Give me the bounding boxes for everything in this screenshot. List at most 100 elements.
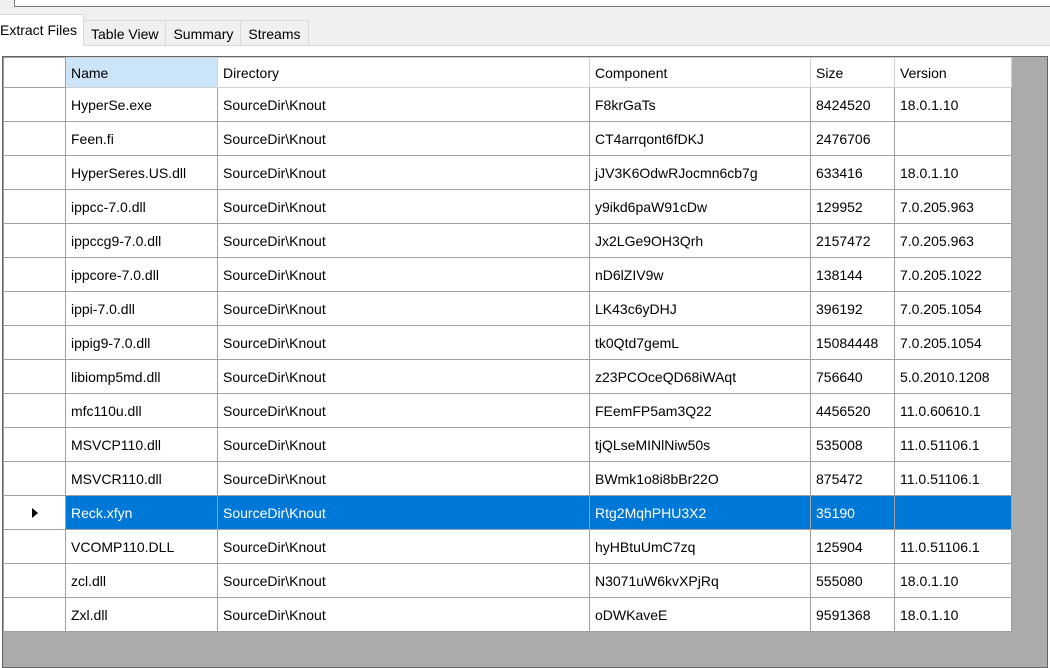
cell-size[interactable]: 35190 — [810, 495, 895, 530]
cell-version[interactable]: 18.0.1.10 — [894, 597, 1012, 632]
table-row[interactable]: ippcc-7.0.dll SourceDir\Knout y9ikd6paW91c… — [3, 189, 1012, 224]
row-header[interactable] — [3, 223, 66, 258]
cell-version[interactable]: 18.0.1.10 — [894, 155, 1012, 190]
cell-component[interactable]: jJV3K6OdwRJocmn6cb7g — [589, 155, 811, 190]
table-row[interactable]: HyperSe.exe SourceDir\Knout F8krGaTs 842452… — [3, 87, 1012, 122]
tab-table-view[interactable]: Table View — [83, 20, 167, 46]
table-row[interactable]: zcl.dll SourceDir\Knout N3071uW6kvXPjRq 555… — [3, 563, 1012, 598]
cell-component[interactable]: CT4arrqont6fDKJ — [589, 121, 811, 156]
row-header[interactable] — [3, 155, 66, 190]
cell-size[interactable]: 633416 — [810, 155, 895, 190]
cell-component[interactable]: oDWKaveE — [589, 597, 811, 632]
cell-directory[interactable]: SourceDir\Knout — [217, 563, 590, 598]
cell-name[interactable]: zcl.dll — [65, 563, 218, 598]
cell-size[interactable]: 9591368 — [810, 597, 895, 632]
cell-size[interactable]: 8424520 — [810, 87, 895, 122]
row-header[interactable] — [3, 427, 66, 462]
cell-component[interactable]: LK43c6yDHJ — [589, 291, 811, 326]
cell-version[interactable]: 18.0.1.10 — [894, 87, 1012, 122]
corner-header[interactable] — [3, 57, 66, 88]
cell-directory[interactable]: SourceDir\Knout — [217, 291, 590, 326]
cell-version[interactable]: 7.0.205.1022 — [894, 257, 1012, 292]
cell-version[interactable]: 7.0.205.963 — [894, 189, 1012, 224]
table-row[interactable]: Zxl.dll SourceDir\Knout oDWKaveE 9591368 18.… — [3, 597, 1012, 632]
cell-component[interactable]: nD6lZIV9w — [589, 257, 811, 292]
cell-directory[interactable]: SourceDir\Knout — [217, 495, 590, 530]
column-header-name[interactable]: Name — [65, 57, 218, 88]
cell-component[interactable]: Jx2LGe9OH3Qrh — [589, 223, 811, 258]
cell-name[interactable]: Feen.fi — [65, 121, 218, 156]
row-header[interactable] — [3, 359, 66, 394]
cell-name[interactable]: libiomp5md.dll — [65, 359, 218, 394]
cell-directory[interactable]: SourceDir\Knout — [217, 461, 590, 496]
column-header-size[interactable]: Size — [810, 57, 895, 88]
cell-size[interactable]: 2157472 — [810, 223, 895, 258]
cell-name[interactable]: Reck.xfyn — [65, 495, 218, 530]
cell-version[interactable]: 11.0.51106.1 — [894, 427, 1012, 462]
cell-directory[interactable]: SourceDir\Knout — [217, 597, 590, 632]
cell-name[interactable]: Zxl.dll — [65, 597, 218, 632]
cell-version[interactable]: 5.0.2010.1208 — [894, 359, 1012, 394]
cell-version[interactable]: 11.0.51106.1 — [894, 529, 1012, 564]
cell-component[interactable]: hyHBtuUmC7zq — [589, 529, 811, 564]
cell-size[interactable]: 129952 — [810, 189, 895, 224]
table-row[interactable]: VCOMP110.DLL SourceDir\Knout hyHBtuUmC7zq 1… — [3, 529, 1012, 564]
cell-version[interactable]: 7.0.205.1054 — [894, 291, 1012, 326]
tab-summary[interactable]: Summary — [165, 20, 242, 46]
cell-component[interactable]: BWmk1o8i8bBr22O — [589, 461, 811, 496]
cell-component[interactable]: tk0Qtd7gemL — [589, 325, 811, 360]
cell-size[interactable]: 125904 — [810, 529, 895, 564]
cell-name[interactable]: HyperSe.exe — [65, 87, 218, 122]
cell-version[interactable]: 7.0.205.1054 — [894, 325, 1012, 360]
row-header[interactable] — [3, 495, 66, 530]
cell-size[interactable]: 15084448 — [810, 325, 895, 360]
column-header-version[interactable]: Version — [894, 57, 1012, 88]
cell-name[interactable]: ippig9-7.0.dll — [65, 325, 218, 360]
cell-directory[interactable]: SourceDir\Knout — [217, 359, 590, 394]
table-row[interactable]: ippcore-7.0.dll SourceDir\Knout nD6lZIV9w 1… — [3, 257, 1012, 292]
cell-version[interactable]: 11.0.60610.1 — [894, 393, 1012, 428]
cell-name[interactable]: ippccg9-7.0.dll — [65, 223, 218, 258]
cell-size[interactable]: 875472 — [810, 461, 895, 496]
cell-name[interactable]: ippcore-7.0.dll — [65, 257, 218, 292]
cell-component[interactable]: Rtg2MqhPHU3X2 — [589, 495, 811, 530]
table-row[interactable]: libiomp5md.dll SourceDir\Knout z23PCOceQD6… — [3, 359, 1012, 394]
table-row[interactable]: HyperSeres.US.dll SourceDir\Knout jJV3K6Od… — [3, 155, 1012, 190]
cell-directory[interactable]: SourceDir\Knout — [217, 155, 590, 190]
cell-directory[interactable]: SourceDir\Knout — [217, 257, 590, 292]
table-row[interactable]: MSVCR110.dll SourceDir\Knout BWmk1o8i8bBr2… — [3, 461, 1012, 496]
cell-size[interactable]: 4456520 — [810, 393, 895, 428]
row-header[interactable] — [3, 597, 66, 632]
cell-component[interactable]: tjQLseMINlNiw50s — [589, 427, 811, 462]
table-row[interactable]: Reck.xfyn SourceDir\Knout Rtg2MqhPHU3X2 351… — [3, 495, 1012, 530]
cell-directory[interactable]: SourceDir\Knout — [217, 223, 590, 258]
cell-name[interactable]: MSVCP110.dll — [65, 427, 218, 462]
row-header[interactable] — [3, 461, 66, 496]
table-row[interactable]: MSVCP110.dll SourceDir\Knout tjQLseMINlNiw… — [3, 427, 1012, 462]
table-row[interactable]: ippccg9-7.0.dll SourceDir\Knout Jx2LGe9OH3… — [3, 223, 1012, 258]
table-row[interactable]: ippi-7.0.dll SourceDir\Knout LK43c6yDHJ 396… — [3, 291, 1012, 326]
cell-size[interactable]: 535008 — [810, 427, 895, 462]
cell-version[interactable] — [894, 121, 1012, 156]
cell-directory[interactable]: SourceDir\Knout — [217, 87, 590, 122]
cell-version[interactable]: 18.0.1.10 — [894, 563, 1012, 598]
cell-directory[interactable]: SourceDir\Knout — [217, 121, 590, 156]
row-header[interactable] — [3, 189, 66, 224]
cell-size[interactable]: 2476706 — [810, 121, 895, 156]
tab-extract-files[interactable]: Extract Files — [0, 14, 85, 46]
cell-version[interactable]: 11.0.51106.1 — [894, 461, 1012, 496]
table-row[interactable]: mfc110u.dll SourceDir\Knout FEemFP5am3Q22 4… — [3, 393, 1012, 428]
row-header[interactable] — [3, 325, 66, 360]
cell-component[interactable]: z23PCOceQD68iWAqt — [589, 359, 811, 394]
cell-name[interactable]: VCOMP110.DLL — [65, 529, 218, 564]
cell-directory[interactable]: SourceDir\Knout — [217, 529, 590, 564]
column-header-component[interactable]: Component — [589, 57, 811, 88]
row-header[interactable] — [3, 529, 66, 564]
row-header[interactable] — [3, 393, 66, 428]
cell-size[interactable]: 756640 — [810, 359, 895, 394]
cell-name[interactable]: mfc110u.dll — [65, 393, 218, 428]
cell-size[interactable]: 555080 — [810, 563, 895, 598]
cell-directory[interactable]: SourceDir\Knout — [217, 189, 590, 224]
cell-component[interactable]: F8krGaTs — [589, 87, 811, 122]
cell-size[interactable]: 138144 — [810, 257, 895, 292]
